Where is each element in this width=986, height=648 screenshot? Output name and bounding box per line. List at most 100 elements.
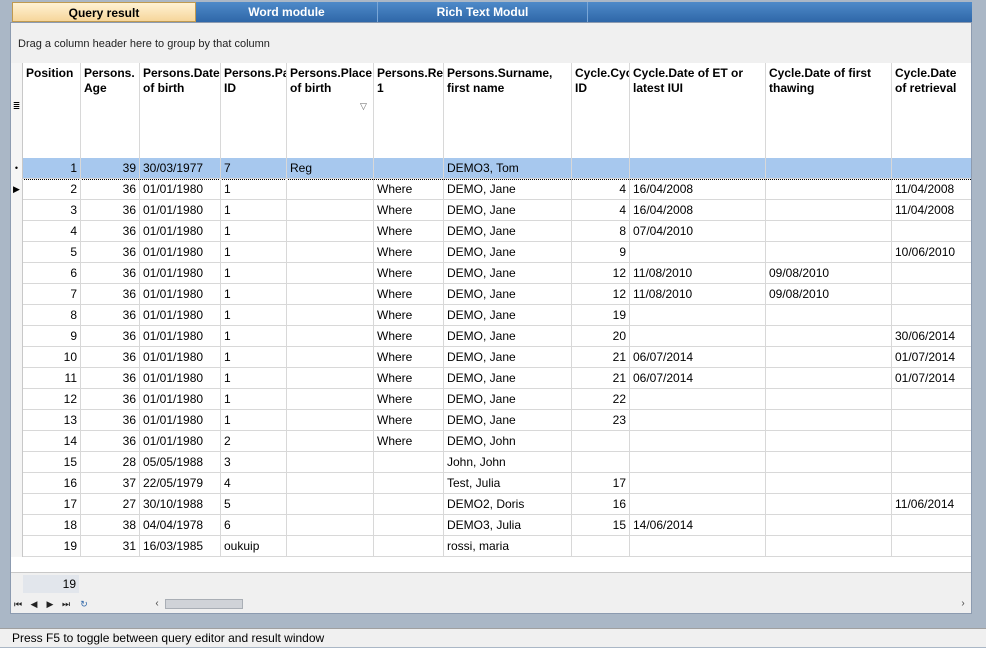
table-cell[interactable] xyxy=(892,536,971,557)
row-indicator[interactable] xyxy=(11,242,23,263)
table-row[interactable]: ▶ 2 36 01/01/1980 1 Where DEMO, Jane 4 16/04/200… xyxy=(11,179,971,200)
table-cell[interactable]: 04/04/1978 xyxy=(140,515,221,536)
table-cell[interactable]: DEMO, Jane xyxy=(444,263,572,284)
table-cell[interactable] xyxy=(572,431,630,452)
table-cell[interactable]: 36 xyxy=(81,263,140,284)
table-cell[interactable]: 30/10/1988 xyxy=(140,494,221,515)
table-row[interactable]: 19 31 16/03/1985 oukuip rossi, maria xyxy=(11,536,971,557)
table-cell[interactable]: 36 xyxy=(81,242,140,263)
table-cell[interactable] xyxy=(892,452,971,473)
table-cell[interactable]: DEMO, Jane xyxy=(444,200,572,221)
table-row[interactable]: • 1 39 30/03/1977 7 Reg DEMO3, Tom xyxy=(11,158,971,179)
table-cell[interactable]: Where xyxy=(374,200,444,221)
table-cell[interactable]: 1 xyxy=(221,284,287,305)
table-cell[interactable]: Where xyxy=(374,368,444,389)
row-indicator[interactable] xyxy=(11,305,23,326)
table-cell[interactable]: 01/01/1980 xyxy=(140,200,221,221)
column-chooser-icon[interactable]: ≣ xyxy=(11,63,23,158)
table-cell[interactable]: 15 xyxy=(23,452,81,473)
table-cell[interactable]: Where xyxy=(374,179,444,200)
table-cell[interactable] xyxy=(766,326,892,347)
table-cell[interactable] xyxy=(892,263,971,284)
table-cell[interactable]: 2 xyxy=(23,179,81,200)
table-cell[interactable]: 17 xyxy=(23,494,81,515)
table-cell[interactable] xyxy=(374,158,444,179)
table-row[interactable]: 18 38 04/04/1978 6 DEMO3, Julia 15 14/06/2014 xyxy=(11,515,971,536)
row-indicator[interactable] xyxy=(11,200,23,221)
table-cell[interactable]: DEMO, Jane xyxy=(444,347,572,368)
row-indicator[interactable] xyxy=(11,431,23,452)
table-cell[interactable] xyxy=(374,473,444,494)
table-cell[interactable]: Where xyxy=(374,242,444,263)
table-cell[interactable]: 37 xyxy=(81,473,140,494)
table-cell[interactable] xyxy=(892,515,971,536)
table-cell[interactable]: 1 xyxy=(221,389,287,410)
table-cell[interactable]: 8 xyxy=(23,305,81,326)
row-indicator[interactable] xyxy=(11,221,23,242)
table-cell[interactable] xyxy=(287,389,374,410)
table-cell[interactable]: 11/08/2010 xyxy=(630,284,766,305)
table-cell[interactable]: 1 xyxy=(221,263,287,284)
first-record-icon[interactable]: ⏮ xyxy=(13,598,23,610)
table-cell[interactable]: 01/01/1980 xyxy=(140,410,221,431)
table-cell[interactable]: 01/01/1980 xyxy=(140,326,221,347)
table-cell[interactable]: 1 xyxy=(221,326,287,347)
table-cell[interactable]: DEMO, Jane xyxy=(444,326,572,347)
table-cell[interactable]: 14/06/2014 xyxy=(630,515,766,536)
table-cell[interactable]: 11 xyxy=(23,368,81,389)
table-cell[interactable]: 4 xyxy=(221,473,287,494)
table-row[interactable]: 10 36 01/01/1980 1 Where DEMO, Jane 21 06/07/20… xyxy=(11,347,971,368)
table-cell[interactable]: DEMO, Jane xyxy=(444,221,572,242)
table-cell[interactable]: 1 xyxy=(23,158,81,179)
table-cell[interactable] xyxy=(287,494,374,515)
table-cell[interactable] xyxy=(766,452,892,473)
row-indicator[interactable] xyxy=(11,326,23,347)
table-cell[interactable] xyxy=(766,368,892,389)
next-record-icon[interactable]: ▶ xyxy=(45,598,55,610)
scroll-right-icon[interactable]: › xyxy=(957,598,969,610)
table-cell[interactable]: 3 xyxy=(23,200,81,221)
table-cell[interactable]: 9 xyxy=(572,242,630,263)
row-indicator[interactable] xyxy=(11,389,23,410)
column-header-2[interactable]: Persons. Age xyxy=(81,63,140,158)
table-cell[interactable]: 16 xyxy=(23,473,81,494)
table-cell[interactable]: 38 xyxy=(81,515,140,536)
table-row[interactable]: 4 36 01/01/1980 1 Where DEMO, Jane 8 07/04/2010 xyxy=(11,221,971,242)
table-cell[interactable]: rossi, maria xyxy=(444,536,572,557)
table-cell[interactable]: 36 xyxy=(81,410,140,431)
table-cell[interactable]: 6 xyxy=(221,515,287,536)
table-cell[interactable] xyxy=(287,515,374,536)
table-cell[interactable]: 1 xyxy=(221,368,287,389)
table-cell[interactable]: DEMO, Jane xyxy=(444,179,572,200)
table-cell[interactable] xyxy=(892,284,971,305)
column-header-6[interactable]: Persons.Referrer 1 xyxy=(374,63,444,158)
table-row[interactable]: 9 36 01/01/1980 1 Where DEMO, Jane 20 30/06/201… xyxy=(11,326,971,347)
table-cell[interactable]: 1 xyxy=(221,200,287,221)
table-cell[interactable]: 11/04/2008 xyxy=(892,200,971,221)
table-cell[interactable] xyxy=(892,221,971,242)
table-cell[interactable] xyxy=(287,410,374,431)
table-cell[interactable]: Where xyxy=(374,347,444,368)
table-cell[interactable] xyxy=(287,326,374,347)
table-cell[interactable]: DEMO, Jane xyxy=(444,284,572,305)
table-cell[interactable]: 7 xyxy=(23,284,81,305)
table-cell[interactable]: 9 xyxy=(23,326,81,347)
table-cell[interactable] xyxy=(287,242,374,263)
table-cell[interactable]: 36 xyxy=(81,368,140,389)
table-cell[interactable]: Where xyxy=(374,284,444,305)
table-cell[interactable] xyxy=(287,347,374,368)
group-by-area[interactable]: Drag a column header here to group by th… xyxy=(11,23,971,63)
table-row[interactable]: 6 36 01/01/1980 1 Where DEMO, Jane 12 11/08/201… xyxy=(11,263,971,284)
table-cell[interactable]: 21 xyxy=(572,368,630,389)
table-cell[interactable] xyxy=(287,263,374,284)
table-row[interactable]: 17 27 30/10/1988 5 DEMO2, Doris 16 11/06/2014 xyxy=(11,494,971,515)
table-cell[interactable]: 20 xyxy=(572,326,630,347)
row-indicator[interactable] xyxy=(11,263,23,284)
table-cell[interactable] xyxy=(572,158,630,179)
table-cell[interactable]: 01/01/1980 xyxy=(140,305,221,326)
table-cell[interactable] xyxy=(374,536,444,557)
table-cell[interactable] xyxy=(630,410,766,431)
table-cell[interactable]: 36 xyxy=(81,431,140,452)
table-cell[interactable]: 8 xyxy=(572,221,630,242)
table-cell[interactable]: Reg xyxy=(287,158,374,179)
